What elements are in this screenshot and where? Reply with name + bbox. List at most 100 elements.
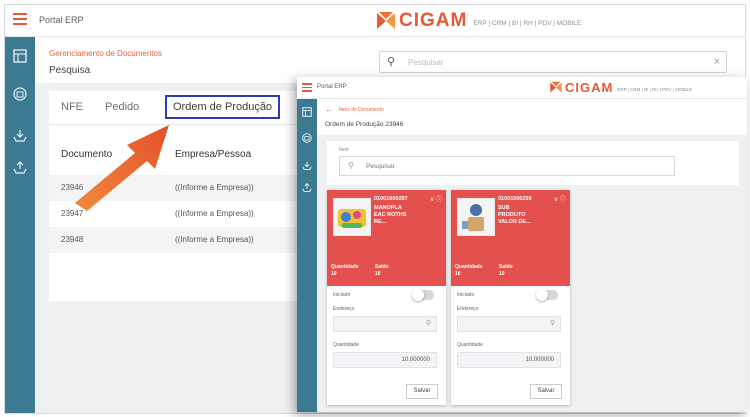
iniciado-label: Iniciado [333,292,351,298]
iniciado-toggle[interactable] [536,289,558,301]
search-icon: ⚲ [348,161,354,170]
overlay-brand-logo: CIGAM ERP | CRM | BI | RH | PDV | MOBILE [549,80,692,95]
item-saldo: Saldo 10 [375,264,389,278]
table-row[interactable]: 23948 ((Informe a Empresa)) [49,227,299,253]
item-card[interactable]: 01001000297 ∨ ⓘ MANOPLA EAC ROTHS RE... … [327,190,446,405]
overlay-top-bar: Portal ERP CIGAM ERP | CRM | BI | RH | P… [297,77,747,99]
item-saldo: Saldo 10 [499,264,513,278]
saldo-value: 10 [499,271,505,277]
quantidade-field[interactable]: 10,000000 [333,352,437,368]
cell-documento: 23948 [61,235,84,244]
endereco-field[interactable]: ⚲ [457,316,561,332]
product-image [457,198,495,236]
item-search-input[interactable]: ⚲ Pesquisar [339,156,675,176]
overlay-app-title: Portal ERP [317,84,347,90]
top-bar: Portal ERP CIGAM ERP | CRM | BI | RH | P… [5,5,745,37]
cart-up-icon[interactable] [12,161,28,177]
item-name-line: VALOR DE... [498,219,531,225]
overlay-page-header: ← Itens do Documento Ordem de Produção 2… [317,99,747,135]
search-icon[interactable]: ⚲ [426,319,431,327]
building-icon[interactable] [301,133,313,145]
search-icon: ⚲ [387,56,396,68]
brand-name: CIGAM [399,10,468,31]
saldo-value: 10 [375,271,381,277]
item-name: SUB PRODUTO VALOR DE... [498,205,558,226]
item-card-body: Iniciado Endereço ⚲ Quantidade 10,000000… [451,286,570,405]
cigam-logo-icon [375,11,397,31]
iniciado-label: Iniciado [457,292,475,298]
item-name-line: EAC ROTHS [374,212,407,218]
item-name-line: RE... [374,219,387,225]
iniciado-toggle[interactable] [412,289,434,301]
item-card-header: 01001000297 ∨ ⓘ MANOPLA EAC ROTHS RE... … [327,190,446,286]
tab-nfe[interactable]: NFE [61,101,83,113]
quantidade-label: Quantidade [333,342,359,348]
quantidade-field[interactable]: 10,000000 [457,352,561,368]
column-header-empresa[interactable]: Empresa/Pessoa [175,149,251,160]
saldo-label: Saldo [375,264,389,270]
search-input[interactable]: ⚲ Pesquisar × [379,51,727,73]
item-quantity: Quantidade 10 [331,264,359,278]
quantidade-value: 10,000000 [401,357,430,363]
sidebar [5,37,35,413]
search-placeholder: Pesquisar [408,58,444,67]
overlay-window: Portal ERP CIGAM ERP | CRM | BI | RH | P… [297,77,747,412]
product-image [333,198,371,236]
screenshot-stage: Portal ERP CIGAM ERP | CRM | BI | RH | P… [0,0,750,417]
annotation-arrow-icon [75,125,169,211]
quantity-label: Quantidade [455,264,483,270]
item-card[interactable]: 01001000299 ∨ ⓘ SUB PRODUTO VALOR DE... … [451,190,570,405]
close-icon[interactable]: × [714,56,720,68]
endereco-field[interactable]: ⚲ [333,316,437,332]
overlay-breadcrumb[interactable]: Itens do Documento [339,107,384,113]
building-icon[interactable] [12,87,28,103]
hamburger-menu-icon[interactable] [13,13,27,25]
cigam-logo-icon [549,81,563,94]
saldo-label: Saldo [499,264,513,270]
quantidade-value: 10,000000 [525,357,554,363]
endereco-label: Endereço [333,306,355,312]
item-code: 01001000297 [374,196,408,202]
quantidade-label: Quantidade [457,342,483,348]
item-filter-label: Item [339,147,349,153]
search-icon[interactable]: ⚲ [550,319,555,327]
overlay-page-title: Ordem de Produção 23946 [325,121,404,128]
brand-logo: CIGAM ERP | CRM | BI | RH | PDV | MOBILE [375,10,581,32]
item-card-header: 01001000299 ∨ ⓘ SUB PRODUTO VALOR DE... … [451,190,570,286]
dashboard-icon[interactable] [301,107,313,119]
item-search-placeholder: Pesquisar [366,163,395,170]
item-card-body: Iniciado Endereço ⚲ Quantidade 10,000000… [327,286,446,405]
tab-pedido[interactable]: Pedido [105,101,139,113]
cart-down-icon[interactable] [12,129,28,145]
breadcrumb[interactable]: Gerenciamento de Documentos [49,49,162,58]
endereco-label: Endereço [457,306,479,312]
dashboard-icon[interactable] [12,49,28,65]
overlay-filter: Item ⚲ Pesquisar [327,141,739,185]
page-title: Pesquisa [49,65,91,76]
app-title: Portal ERP [39,15,84,25]
save-button[interactable]: Salvar [530,384,562,399]
quantity-value: 10 [455,271,461,277]
cart-down-icon[interactable] [301,161,313,173]
chevron-down-icon[interactable]: ∨ ⓘ [430,194,442,203]
chevron-down-icon[interactable]: ∨ ⓘ [554,194,566,203]
quantity-label: Quantidade [331,264,359,270]
item-name: MANOPLA EAC ROTHS RE... [374,205,434,226]
save-button[interactable]: Salvar [406,384,438,399]
item-name-line: MANOPLA [374,205,402,211]
cart-up-icon[interactable] [301,183,313,195]
back-arrow-icon[interactable]: ← [325,105,333,114]
item-quantity: Quantidade 10 [455,264,483,278]
quantity-value: 10 [331,271,337,277]
item-code: 01001000299 [498,196,532,202]
cell-empresa: ((Informe a Empresa)) [175,183,254,192]
overlay-brand-tagline: ERP | CRM | BI | RH | PDV | MOBILE [617,86,693,92]
cell-empresa: ((Informe a Empresa)) [175,209,254,218]
brand-tagline: ERP | CRM | BI | RH | PDV | MOBILE [473,20,582,27]
overlay-brand-name: CIGAM [565,80,614,95]
hamburger-menu-icon[interactable] [302,83,312,92]
item-name-line: PRODUTO [498,212,526,218]
overlay-sidebar [297,99,317,412]
item-name-line: SUB [498,205,510,211]
cell-empresa: ((Informe a Empresa)) [175,235,254,244]
